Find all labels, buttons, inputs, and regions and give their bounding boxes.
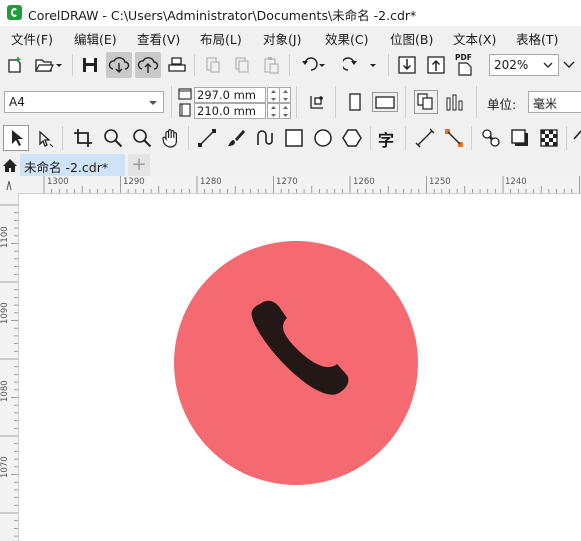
title-bar: CorelDRAW - C:\Users\Administrator\Docum… — [0, 0, 581, 26]
toolbar-options-icon[interactable] — [562, 60, 576, 70]
dimension-stepper[interactable] — [267, 87, 291, 119]
ellipse-tool-icon[interactable] — [312, 127, 334, 149]
export-icon[interactable] — [426, 55, 446, 75]
pdf-label: PDF — [455, 53, 472, 62]
hruler-label: 1290 — [123, 177, 145, 187]
hruler-label: 1280 — [200, 177, 222, 187]
vruler-label: 1080 — [0, 380, 10, 402]
menu-bitmaps[interactable]: 位图(B) — [390, 29, 433, 48]
brush-tool-icon[interactable] — [225, 127, 247, 149]
connector-tool-icon[interactable] — [443, 127, 465, 149]
current-page-icon[interactable] — [445, 92, 467, 112]
drop-shadow-tool-icon[interactable] — [509, 127, 531, 149]
open-folder-icon[interactable] — [34, 56, 62, 74]
menu-bar: 文件(F) 编辑(E) 查看(V) 布局(L) 对象(J) 效果(C) 位图(B… — [0, 26, 581, 49]
hruler-label: 1260 — [353, 177, 375, 187]
page-width-field[interactable]: 297.0 mm — [194, 87, 266, 103]
menu-file[interactable]: 文件(F) — [11, 29, 53, 48]
paste-icon[interactable] — [262, 56, 280, 74]
units-label: 单位: — [487, 97, 517, 112]
import-icon[interactable] — [397, 55, 417, 75]
pan-tool-icon[interactable] — [160, 127, 182, 149]
chevron-down-icon — [543, 62, 553, 68]
horizontal-ruler[interactable]: 1300 1290 1280 1270 1260 1250 1240 — [18, 176, 581, 194]
print-icon[interactable] — [167, 56, 187, 74]
zoom-level-select[interactable]: 202% — [489, 54, 559, 76]
document-tab[interactable]: 未命名 -2.cdr* — [20, 154, 125, 176]
cut-icon[interactable] — [204, 56, 222, 74]
page-position-icon[interactable] — [307, 92, 327, 112]
vruler-label: 1100 — [0, 226, 10, 248]
document-tab-label: 未命名 -2.cdr* — [24, 160, 109, 175]
shape-tool-icon[interactable] — [34, 128, 56, 150]
rectangle-tool-icon[interactable] — [283, 127, 305, 149]
all-pages-icon[interactable] — [414, 90, 438, 114]
redo-icon[interactable] — [343, 56, 379, 74]
save-icon[interactable] — [81, 56, 99, 74]
zoom-level-value: 202% — [494, 58, 529, 72]
text-tool-icon[interactable]: 字 — [378, 127, 394, 151]
menu-edit[interactable]: 编辑(E) — [74, 29, 117, 48]
dimension-tool-icon[interactable] — [414, 127, 436, 149]
coreldraw-logo-icon — [7, 5, 22, 20]
hruler-label: 1270 — [276, 177, 298, 187]
crop-tool-icon[interactable] — [72, 127, 94, 149]
hruler-label: 1250 — [429, 177, 451, 187]
menu-text[interactable]: 文本(X) — [453, 29, 496, 48]
window-title: CorelDRAW - C:\Users\Administrator\Docum… — [28, 8, 417, 23]
chevron-down-icon — [149, 101, 157, 105]
new-tab-button[interactable]: + — [128, 154, 150, 176]
drawing-canvas[interactable] — [19, 194, 581, 541]
eyedropper-tool-icon[interactable] — [572, 127, 581, 149]
pick-tool-icon[interactable] — [3, 125, 29, 151]
line-tool-icon[interactable] — [196, 127, 218, 149]
landscape-icon[interactable] — [372, 92, 398, 112]
blend-tool-icon[interactable] — [480, 127, 502, 149]
page-size-select[interactable]: A4 — [4, 91, 164, 113]
hruler-label: 1300 — [47, 177, 69, 187]
menu-view[interactable]: 查看(V) — [137, 29, 180, 48]
cloud-upload-icon[interactable] — [135, 52, 161, 78]
portrait-icon[interactable] — [345, 92, 365, 112]
vruler-label: 1070 — [0, 456, 10, 478]
new-document-icon[interactable] — [6, 56, 24, 74]
units-value: 毫米 — [533, 97, 558, 111]
standard-toolbar: PDF 202% — [0, 48, 581, 83]
vruler-label: 1090 — [0, 302, 10, 324]
undo-icon[interactable] — [298, 56, 328, 74]
zoom-tool-icon[interactable] — [102, 127, 124, 149]
menu-table[interactable]: 表格(T) — [516, 29, 558, 48]
copy-icon[interactable] — [233, 56, 251, 74]
polygon-tool-icon[interactable] — [341, 127, 363, 149]
smart-drawing-tool-icon[interactable] — [254, 127, 276, 149]
page-height-field[interactable]: 210.0 mm — [194, 103, 266, 119]
toolbox: 字 — [0, 122, 581, 155]
hruler-label: 1240 — [505, 177, 527, 187]
transparency-tool-icon[interactable] — [538, 127, 560, 149]
page-size-value: A4 — [9, 95, 25, 109]
vertical-ruler[interactable]: 1100 1090 1080 1070 — [0, 193, 19, 541]
units-select[interactable]: 毫米 — [528, 91, 581, 113]
page-height-icon — [177, 103, 193, 117]
property-bar: A4 297.0 mm 210.0 mm 单位: 毫米 — [0, 82, 581, 123]
cloud-download-icon[interactable] — [106, 52, 132, 78]
document-tab-bar: 未命名 -2.cdr* + — [0, 154, 581, 176]
menu-layout[interactable]: 布局(L) — [200, 29, 242, 48]
menu-object[interactable]: 对象(J) — [263, 29, 301, 48]
home-icon[interactable] — [2, 158, 18, 173]
ruler-origin[interactable] — [0, 176, 18, 194]
menu-effects[interactable]: 效果(C) — [325, 29, 368, 48]
page-width-icon — [177, 87, 193, 101]
zoom-out-tool-icon[interactable] — [131, 127, 153, 149]
publish-pdf-icon[interactable]: PDF — [455, 53, 477, 77]
